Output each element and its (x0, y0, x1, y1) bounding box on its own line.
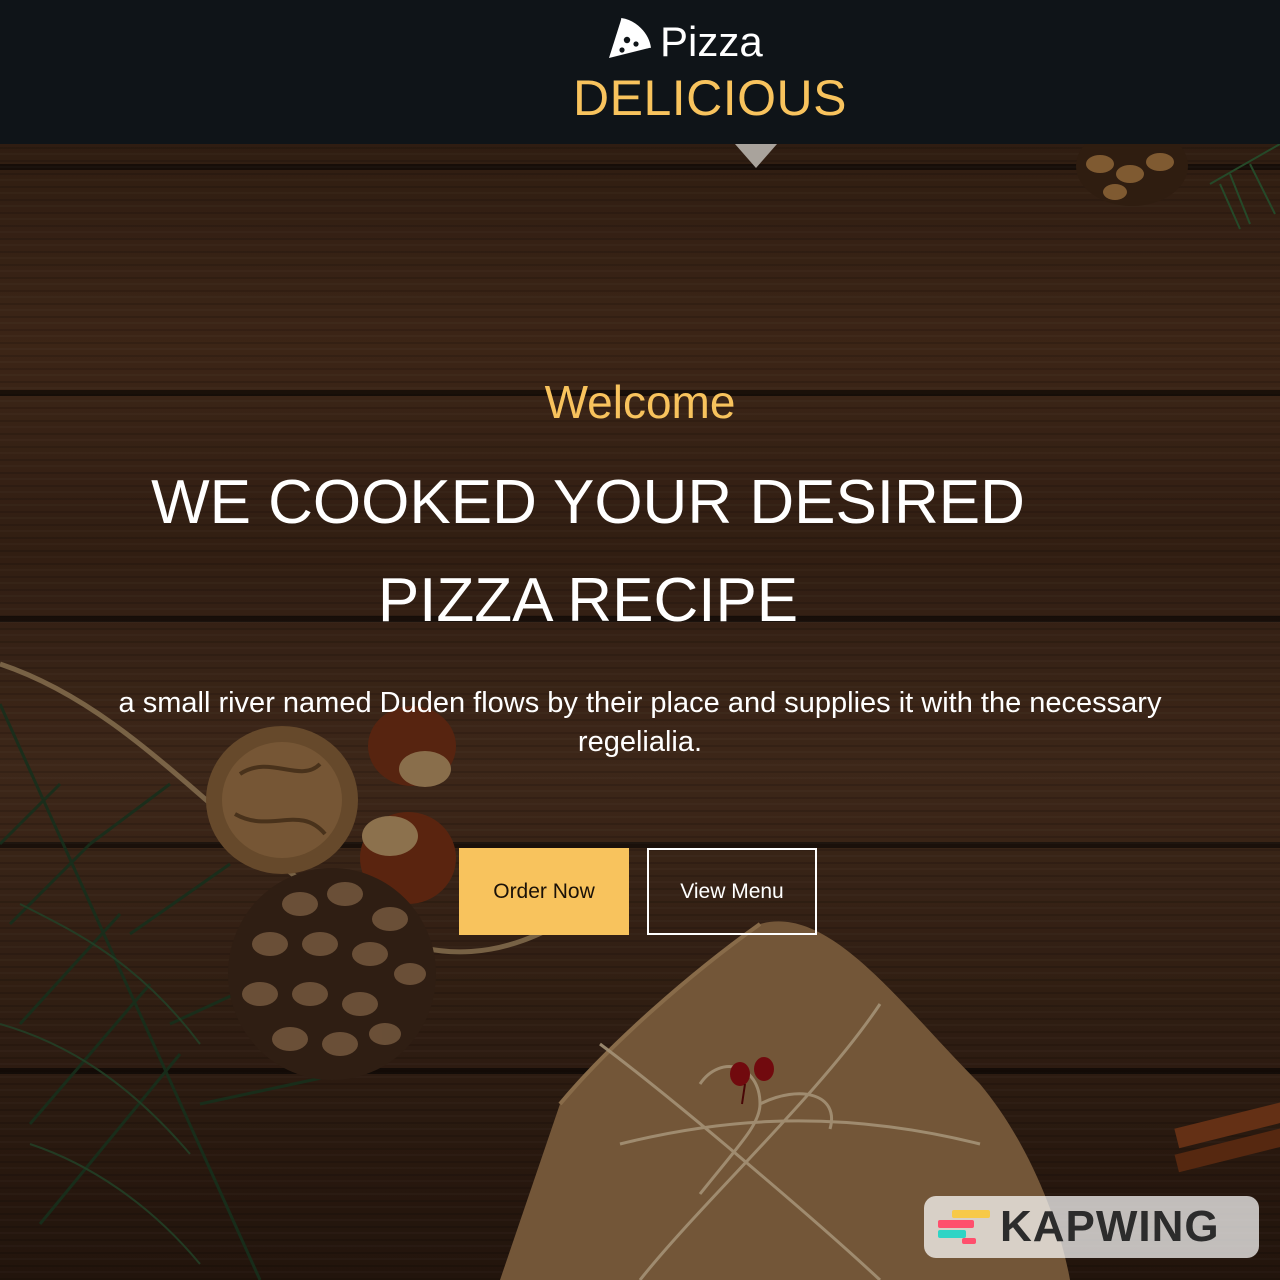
pizza-slice-icon (609, 18, 651, 58)
top-navbar: Pizza DELICIOUS (0, 0, 1280, 144)
kapwing-watermark: KAPWING (924, 1196, 1259, 1258)
brand-name-line1: Pizza (660, 18, 763, 65)
order-now-button[interactable]: Order Now (459, 848, 629, 935)
hero-tagline: a small river named Duden flows by their… (118, 687, 1162, 758)
view-menu-button[interactable]: View Menu (647, 848, 817, 935)
brand-logo[interactable]: Pizza DELICIOUS (0, 0, 1280, 144)
watermark-text: KAPWING (1000, 1202, 1220, 1251)
hero-section: Welcome WE COOKED YOUR DESIRED PIZZA REC… (0, 144, 1280, 1280)
brand-name-line2: DELICIOUS (573, 70, 848, 126)
kapwing-logo-icon (938, 1210, 990, 1244)
hero-content: Welcome WE COOKED YOUR DESIRED PIZZA REC… (0, 144, 1280, 1280)
hero-headline: WE COOKED YOUR DESIRED PIZZA RECIPE (151, 468, 1025, 635)
welcome-subtitle: Welcome (544, 376, 736, 428)
